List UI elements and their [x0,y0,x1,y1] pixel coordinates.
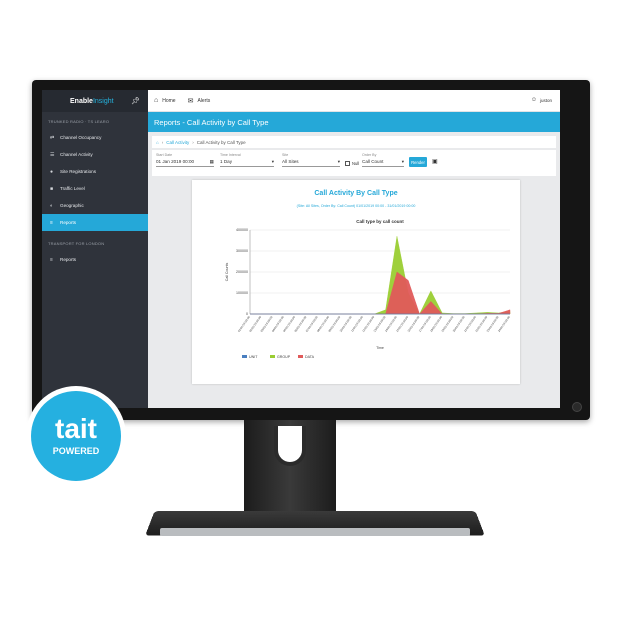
filter-bar: Start Date 01 Jan 2019 00:00 ▦ Time Inter… [152,150,556,176]
home-icon: ⌂ [154,97,159,104]
sidebar-item-label: Site Registrations [60,169,97,174]
chevron-down-icon: ▾ [271,159,274,164]
sidebar-item-tfl-reports[interactable]: ≡ Reports [42,251,148,268]
monitor-screen: EnableInsight 📌︎ TRUNKED RADIO · TS LEAR… [42,90,560,408]
render-button[interactable]: Render [409,157,427,167]
user-menu[interactable]: ☺ juston [531,97,552,103]
report-subtitle: (Site: All Sites, Order By: Call Count) … [296,204,416,208]
activity-icon: ☰ [50,151,55,158]
checkbox-box[interactable] [345,161,350,166]
series-area-group [250,236,511,315]
y-tick-label: 300000 [236,249,248,253]
content-panel: ⌂ › Call Activity › Call Activity by Cal… [148,132,560,408]
sidebar-item-label: Geographic [60,203,84,208]
site-select[interactable]: Site All Sites ▾ [282,153,340,167]
sidebar-item-channel-occupancy[interactable]: ⇄ Channel Occupancy [42,129,148,146]
page-title: Reports - Call Activity by Call Type [154,117,269,127]
calendar-icon[interactable]: ▦ [210,159,214,165]
powered-label: POWERED [53,446,100,456]
alerts-icon: ✉ [187,97,194,105]
home-link[interactable]: ⌂ Home [154,97,176,104]
order-by-select[interactable]: Order By Call Count ▾ [362,153,404,167]
occupancy-icon: ⇄ [50,134,55,141]
sidebar-item-traffic-level[interactable]: ■ Traffic Level [42,180,148,197]
x-axis-label: Time [376,346,384,350]
call-type-chart: Call type by call count01000002000003000… [225,219,511,359]
power-button [572,402,582,412]
sidebar-item-label: Channel Activity [60,152,93,157]
report-preview: Call Activity By Call Type (Site: All Si… [192,180,520,384]
legend-swatch-data [298,355,303,358]
save-icon[interactable]: ▣ [432,158,438,165]
y-tick-label: 200000 [236,270,248,274]
stand-cable-hole [274,426,306,466]
chart-title: Call type by call count [356,219,404,224]
legend-label-group: GROUP [277,355,291,359]
reports-icon: ≡ [50,256,53,263]
registrations-icon: ● [50,168,54,175]
traffic-icon: ■ [50,185,54,192]
tait-powered-badge: tait POWERED [26,386,126,486]
sidebar-item-reports[interactable]: ≡ Reports [42,214,148,231]
report-title: Call Activity By Call Type [314,190,398,197]
time-interval-select[interactable]: Time Interval 1 Day ▾ [220,153,274,167]
home-icon[interactable]: ⌂ [156,140,159,145]
legend-swatch-unit [242,355,247,358]
sidebar-item-geographic[interactable]: ◐ Geographic [42,197,148,214]
globe-icon: ◐ [50,202,54,209]
breadcrumb-separator: › [161,139,164,145]
stand-base-edge [160,528,470,536]
breadcrumb: ⌂ › Call Activity › Call Activity by Cal… [152,136,556,148]
sidebar-item-label: Traffic Level [60,186,85,191]
y-axis-label: Call Counts [225,263,229,282]
page-title-bar: Reports - Call Activity by Call Type [148,112,560,132]
sidebar-item-label: Reports [60,257,77,262]
y-tick-label: 100000 [236,291,248,295]
legend-label-data: DATA [305,355,315,359]
sidebar-item-channel-activity[interactable]: ☰ Channel Activity [42,146,148,163]
breadcrumb-current: Call Activity by Call Type [196,139,246,145]
tait-logo-text: tait [55,413,97,444]
brand-logo[interactable]: EnableInsight [70,98,114,105]
sidebar-section-label: TRUNKED RADIO · TS LEARO [48,119,110,124]
breadcrumb-parent[interactable]: Call Activity [166,140,189,145]
pin-icon[interactable]: 📌︎ [131,97,140,105]
sidebar-item-site-registrations[interactable]: ● Site Registrations [42,163,148,180]
y-tick-label: 400000 [236,228,248,232]
top-bar: ⌂ Home ✉ Alerts ☺ juston [148,90,560,112]
legend-label-unit: UNIT [249,355,258,359]
sidebar: EnableInsight 📌︎ TRUNKED RADIO · TS LEAR… [42,90,148,408]
reports-icon: ≡ [50,219,53,226]
sidebar-item-label: Channel Occupancy [60,135,102,140]
sidebar-item-label: Reports [60,220,77,225]
breadcrumb-separator: › [192,139,194,145]
chevron-down-icon: ▾ [401,159,404,164]
chevron-down-icon: ▾ [337,159,340,164]
monitor-stage: EnableInsight 📌︎ TRUNKED RADIO · TS LEAR… [0,0,625,625]
brand-bar: EnableInsight 📌︎ [42,90,148,112]
alerts-link[interactable]: ✉ Alerts [188,97,211,105]
user-icon: ☺ [530,97,537,103]
sidebar-section-label-2: TRANSPORT FOR LONDON [48,241,105,246]
start-date-field[interactable]: Start Date 01 Jan 2019 00:00 ▦ [156,153,214,167]
null-checkbox[interactable]: Null [345,161,359,166]
legend-swatch-group [270,355,275,358]
